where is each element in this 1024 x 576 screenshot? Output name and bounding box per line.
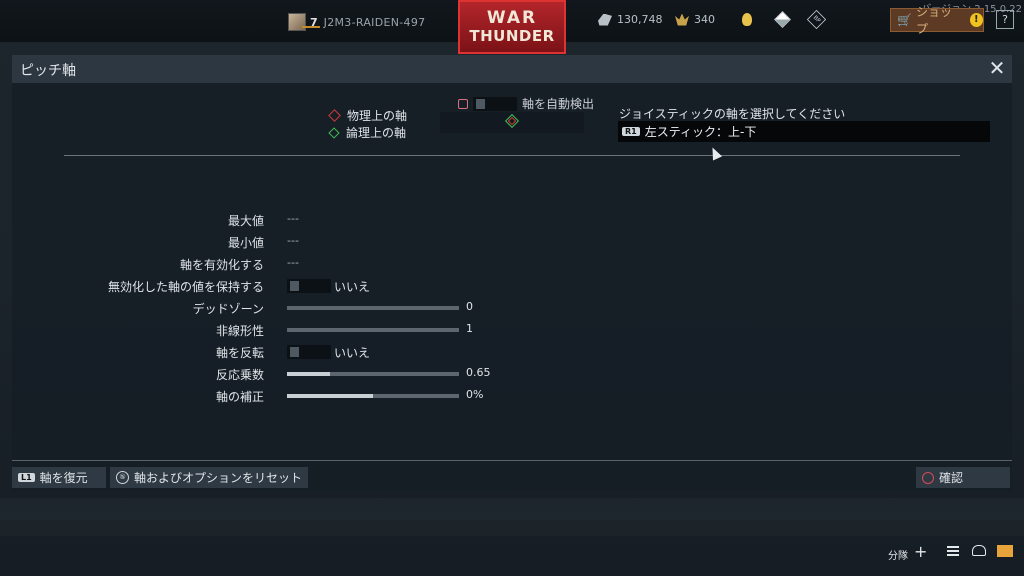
min-label: 最小値 bbox=[227, 236, 264, 250]
shop-button[interactable]: 🛒 ショップ ! bbox=[890, 5, 984, 36]
multiplier-row[interactable]: 反応乗数 0.65 bbox=[12, 364, 1012, 384]
correction-value: 0% bbox=[466, 388, 484, 401]
battle-pass-icon[interactable]: BP bbox=[806, 9, 827, 30]
plus-icon[interactable]: + bbox=[914, 542, 927, 561]
share-button-icon: ⑤ bbox=[116, 471, 129, 484]
footer-divider bbox=[12, 460, 1012, 461]
reset-axis-options-label: 軸およびオプションをリセット bbox=[134, 471, 303, 485]
invert-axis-text: いいえ bbox=[334, 346, 371, 360]
autodetect-control[interactable]: 軸を自動検出 bbox=[458, 95, 594, 112]
confirm-label: 確認 bbox=[939, 471, 964, 485]
top-bar: バージョン 2.15.0.22 7 J2M3-RAIDEN-497 WAR TH… bbox=[0, 0, 1024, 54]
r1-button-icon: R1 bbox=[622, 127, 640, 136]
rank-progress-bar bbox=[301, 26, 320, 28]
shop-label: ショップ bbox=[915, 5, 952, 36]
dialog-header: ピッチ軸 ✕ bbox=[12, 55, 1012, 83]
nonlinearity-value: 1 bbox=[466, 322, 473, 335]
eagles-balance[interactable]: 340 bbox=[675, 13, 715, 26]
nonlinearity-row[interactable]: 非線形性 1 bbox=[12, 320, 1012, 340]
eagles-amount: 340 bbox=[694, 13, 715, 26]
legend-physical: 物理上の軸 bbox=[328, 107, 408, 124]
avatar[interactable] bbox=[288, 13, 306, 31]
max-value-row: 最大値 --- bbox=[12, 210, 1012, 230]
invert-axis-row[interactable]: 軸を反転 いいえ bbox=[12, 342, 1012, 362]
list-icon[interactable] bbox=[947, 546, 959, 556]
background-bar bbox=[0, 512, 1024, 536]
keep-value-toggle[interactable] bbox=[287, 279, 331, 293]
selected-axis: 左スティック：上-下 bbox=[644, 125, 757, 139]
close-button[interactable]: ✕ bbox=[988, 58, 1006, 78]
deadzone-value: 0 bbox=[466, 300, 473, 313]
min-value-row: 最小値 --- bbox=[12, 232, 1012, 252]
golden-eagle-icon bbox=[675, 13, 689, 26]
silver-lions-icon bbox=[598, 13, 612, 26]
crate-icon[interactable] bbox=[774, 11, 791, 28]
l1-button-icon: L1 bbox=[18, 473, 35, 482]
autodetect-toggle[interactable] bbox=[473, 96, 517, 111]
mouse-cursor-icon bbox=[707, 145, 723, 161]
cart-icon: 🛒 bbox=[897, 13, 912, 27]
silver-amount: 130,748 bbox=[617, 13, 663, 26]
enable-value: --- bbox=[287, 256, 299, 269]
deadzone-row[interactable]: デッドゾーン 0 bbox=[12, 298, 1012, 318]
restore-axis-button[interactable]: L1 軸を復元 bbox=[12, 467, 106, 488]
legend-physical-label: 物理上の軸 bbox=[347, 109, 408, 123]
correction-slider-fill bbox=[287, 394, 373, 398]
enable-label: 軸を有効化する bbox=[179, 258, 264, 272]
keep-value-text: いいえ bbox=[334, 280, 371, 294]
axis-preview bbox=[440, 112, 584, 133]
friends-icon[interactable] bbox=[972, 545, 986, 556]
logo-line2: THUNDER bbox=[469, 27, 555, 45]
max-value: --- bbox=[287, 212, 299, 225]
deadzone-label: デッドゾーン bbox=[192, 302, 264, 316]
multiplier-slider[interactable] bbox=[287, 372, 459, 376]
nonlinearity-slider[interactable] bbox=[287, 328, 459, 332]
keep-value-row[interactable]: 無効化した軸の値を保持する いいえ bbox=[12, 276, 1012, 296]
correction-slider[interactable] bbox=[287, 394, 459, 398]
correction-label: 軸の補正 bbox=[215, 390, 264, 404]
max-label: 最大値 bbox=[227, 214, 264, 228]
multiplier-value: 0.65 bbox=[466, 366, 491, 379]
nonlinearity-label: 非線形性 bbox=[215, 324, 264, 338]
bottom-bar: 分隊 + bbox=[0, 540, 1024, 576]
logo-line1: WAR bbox=[486, 8, 538, 28]
reset-axis-options-button[interactable]: ⑤ 軸およびオプションをリセット bbox=[110, 467, 308, 488]
axis-position-icon bbox=[504, 113, 520, 129]
multiplier-slider-fill bbox=[287, 372, 330, 376]
legend-logical-label: 論理上の軸 bbox=[346, 126, 407, 140]
pitch-axis-dialog: ピッチ軸 ✕ 物理上の軸 論理上の軸 軸を自動検出 ジョイスティックの軸を選択し… bbox=[12, 55, 1012, 491]
autodetect-label: 軸を自動検出 bbox=[522, 97, 595, 111]
silver-balance[interactable]: 130,748 bbox=[598, 13, 663, 26]
correction-row[interactable]: 軸の補正 0% bbox=[12, 386, 1012, 406]
red-diamond-icon bbox=[328, 109, 341, 122]
invert-axis-toggle[interactable] bbox=[287, 345, 331, 359]
enable-axis-row: 軸を有効化する --- bbox=[12, 254, 1012, 274]
restore-axis-label: 軸を復元 bbox=[39, 471, 88, 485]
confirm-button[interactable]: 確認 bbox=[916, 467, 1010, 488]
square-button-icon bbox=[458, 98, 468, 109]
keep-label: 無効化した軸の値を保持する bbox=[107, 280, 264, 294]
player-info[interactable]: 7 J2M3-RAIDEN-497 bbox=[288, 13, 425, 31]
invert-label: 軸を反転 bbox=[215, 346, 264, 360]
divider bbox=[64, 155, 960, 156]
deadzone-slider[interactable] bbox=[287, 306, 459, 310]
help-button[interactable]: ? bbox=[996, 10, 1014, 29]
axis-select-field[interactable]: R1 左スティック：上-下 bbox=[618, 121, 990, 142]
squad-label[interactable]: 分隊 bbox=[888, 547, 908, 562]
game-logo[interactable]: WAR THUNDER bbox=[458, 0, 566, 54]
green-diamond-icon bbox=[328, 126, 340, 139]
min-value: --- bbox=[287, 234, 299, 247]
legend-logical: 論理上の軸 bbox=[328, 124, 407, 141]
mail-icon[interactable] bbox=[997, 545, 1013, 557]
lightbulb-icon[interactable] bbox=[742, 13, 752, 26]
dialog-title: ピッチ軸 bbox=[20, 63, 76, 79]
axis-select-label: ジョイスティックの軸を選択してください bbox=[619, 107, 846, 121]
player-name: J2M3-RAIDEN-497 bbox=[323, 15, 426, 29]
multiplier-label: 反応乗数 bbox=[215, 368, 264, 382]
exclamation-icon: ! bbox=[969, 13, 983, 27]
circle-button-icon bbox=[922, 471, 934, 484]
